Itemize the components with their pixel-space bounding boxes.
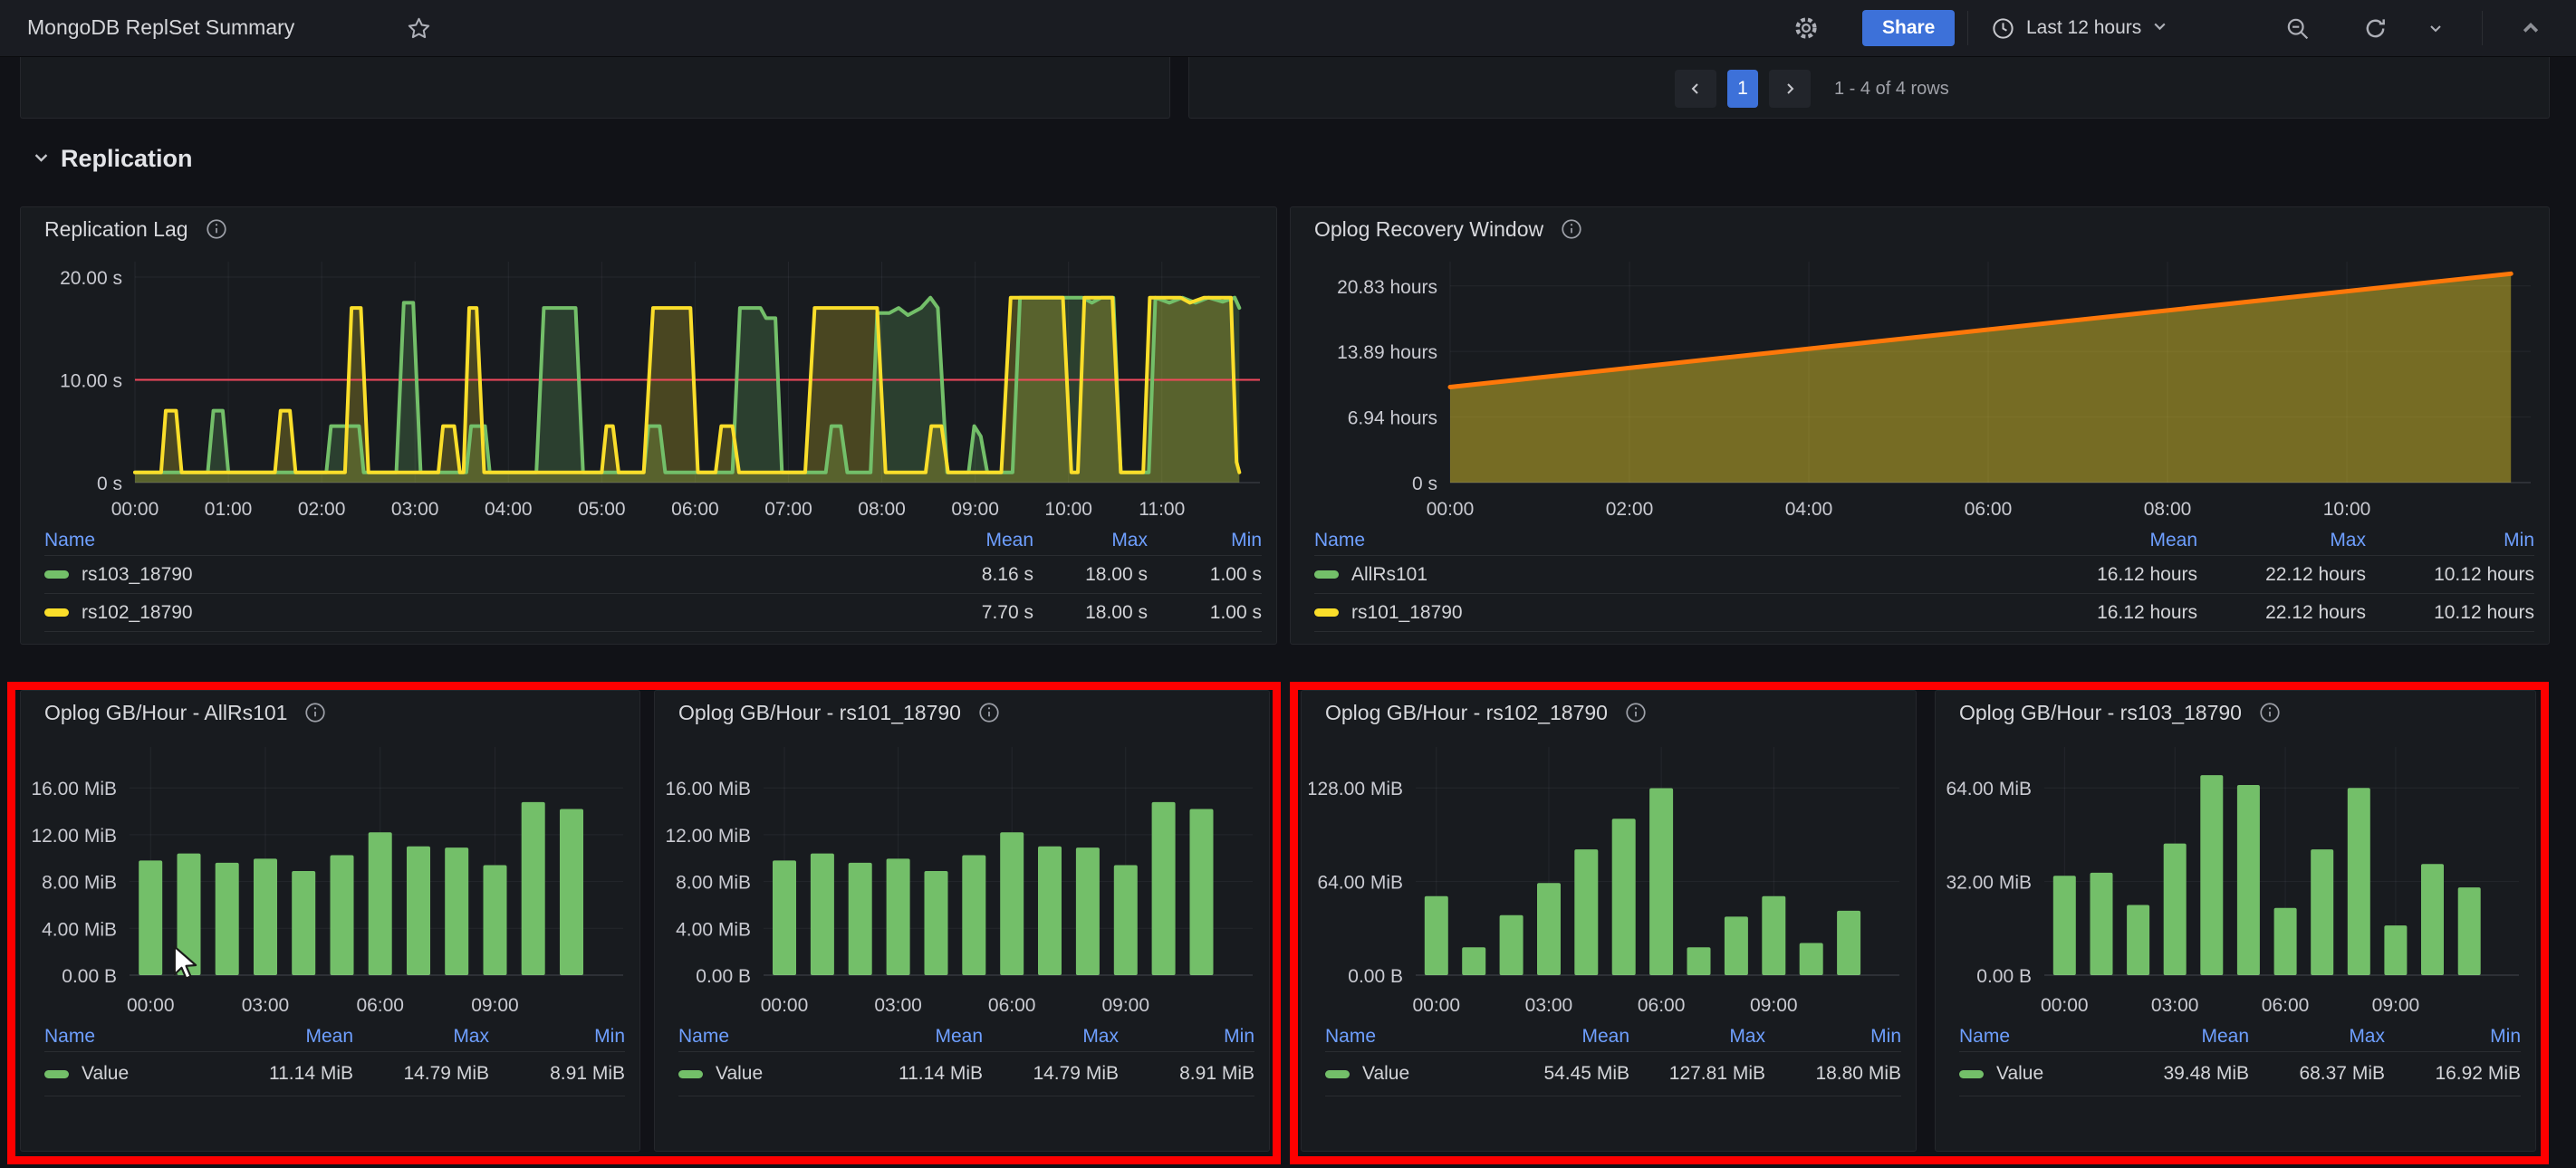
svg-text:01:00: 01:00 [205, 499, 253, 520]
legend-header-name[interactable]: Name [1314, 530, 2029, 551]
svg-text:03:00: 03:00 [391, 499, 439, 520]
info-icon[interactable] [1560, 217, 1583, 241]
panel-title: Replication Lag [44, 216, 188, 241]
series-name: rs101_18790 [1351, 601, 1463, 623]
page-number-button[interactable]: 1 [1727, 70, 1758, 108]
series-swatch [44, 570, 69, 579]
svg-text:04:00: 04:00 [485, 499, 533, 520]
oplog-recovery-chart[interactable]: 0 s 6.94 hours 13.89 hours 20.83 hours 00:00… [1298, 251, 2543, 524]
legend: Name Mean Max Min AllRs101 16.12 hours 2… [1314, 526, 2534, 632]
panel-header[interactable]: Oplog Recovery Window [1291, 207, 2549, 251]
svg-text:05:00: 05:00 [578, 499, 626, 520]
partial-panel-right: 1 1 - 4 of 4 rows [1188, 57, 2550, 119]
legend-header-mean[interactable]: Mean [2029, 530, 2197, 551]
svg-text:07:00: 07:00 [764, 499, 812, 520]
legend-header-name[interactable]: Name [44, 530, 898, 551]
legend-row[interactable]: rs103_18790 8.16 s 18.00 s 1.00 s [44, 556, 1262, 594]
refresh-interval-chevron-icon[interactable] [2420, 8, 2451, 48]
nav-divider [1967, 11, 1968, 45]
settings-gear-icon[interactable] [1786, 8, 1826, 48]
panel-replication-lag: Replication Lag 0 s 10.00 s 20.00 s 00:00 01… [20, 206, 1277, 645]
series-swatch [44, 608, 69, 617]
legend-row[interactable]: rs101_18790 16.12 hours 22.12 hours 10.1… [1314, 594, 2534, 632]
svg-text:02:00: 02:00 [298, 499, 346, 520]
legend-header-min[interactable]: Min [1148, 530, 1262, 551]
series-min: 10.12 hours [2434, 601, 2534, 623]
legend-row[interactable]: AllRs101 16.12 hours 22.12 hours 10.12 h… [1314, 556, 2534, 594]
legend-header-max[interactable]: Max [1033, 530, 1148, 551]
svg-text:0 s: 0 s [97, 474, 122, 494]
zoom-out-icon[interactable] [2277, 8, 2317, 48]
clock-icon [1991, 16, 2015, 41]
svg-text:08:00: 08:00 [2144, 499, 2192, 520]
svg-text:10.00 s: 10.00 s [60, 371, 122, 392]
time-range-label: Last 12 hours [2026, 17, 2142, 38]
svg-text:06:00: 06:00 [671, 499, 719, 520]
time-range-picker[interactable]: Last 12 hours [1991, 0, 2167, 56]
svg-text:09:00: 09:00 [951, 499, 999, 520]
svg-text:06:00: 06:00 [1965, 499, 2013, 520]
svg-text:6.94 hours: 6.94 hours [1348, 408, 1437, 429]
panel-oplog-recovery-window: Oplog Recovery Window 0 s 6.94 hours 13.89… [1290, 206, 2550, 645]
svg-text:10:00: 10:00 [2323, 499, 2371, 520]
prev-page-button[interactable] [1675, 70, 1716, 108]
svg-text:08:00: 08:00 [858, 499, 906, 520]
collapse-chevron-up-icon[interactable] [2511, 8, 2551, 48]
svg-text:00:00: 00:00 [111, 499, 159, 520]
legend-row[interactable]: rs102_18790 7.70 s 18.00 s 1.00 s [44, 594, 1262, 632]
svg-text:11:00: 11:00 [1139, 499, 1185, 520]
svg-text:20.00 s: 20.00 s [60, 268, 122, 289]
navbar: MongoDB ReplSet Summary Share Last 12 ho… [0, 0, 2576, 57]
series-mean: 16.12 hours [2097, 563, 2197, 585]
series-min: 1.00 s [1209, 601, 1262, 623]
mouse-cursor [172, 945, 203, 986]
highlight-rectangle-left [7, 682, 1281, 1164]
dashboard: MongoDB ReplSet Summary Share Last 12 ho… [0, 0, 2576, 1168]
series-mean: 8.16 s [981, 563, 1033, 585]
partial-panel-left [20, 57, 1170, 119]
svg-text:0 s: 0 s [1412, 474, 1437, 494]
legend-header-max[interactable]: Max [2197, 530, 2366, 551]
svg-text:02:00: 02:00 [1606, 499, 1654, 520]
section-chevron-down-icon [33, 148, 50, 170]
dashboard-title: MongoDB ReplSet Summary [27, 15, 295, 39]
series-swatch [1314, 570, 1339, 579]
series-min: 1.00 s [1209, 563, 1262, 585]
series-name: AllRs101 [1351, 563, 1428, 585]
legend-header-min[interactable]: Min [2366, 530, 2534, 551]
section-replication[interactable]: Replication [33, 145, 193, 173]
highlight-rectangle-right [1290, 682, 2549, 1164]
legend-header-mean[interactable]: Mean [898, 530, 1033, 551]
panel-title: Oplog Recovery Window [1314, 216, 1544, 241]
svg-text:10:00: 10:00 [1044, 499, 1092, 520]
replication-lag-chart[interactable]: 0 s 10.00 s 20.00 s 00:00 01:00 02:00 03:00 04:… [28, 251, 1271, 524]
svg-text:00:00: 00:00 [1427, 499, 1475, 520]
panel-header[interactable]: Replication Lag [21, 207, 1276, 251]
svg-text:13.89 hours: 13.89 hours [1337, 342, 1437, 363]
info-icon[interactable] [205, 217, 228, 241]
section-title: Replication [61, 145, 193, 172]
series-mean: 16.12 hours [2097, 601, 2197, 623]
rows-summary: 1 - 4 of 4 rows [1834, 78, 1949, 99]
legend: Name Mean Max Min rs103_18790 8.16 s 18.… [44, 526, 1262, 632]
next-page-button[interactable] [1769, 70, 1811, 108]
table-pagination: 1 1 - 4 of 4 rows [1675, 70, 1949, 108]
svg-text:04:00: 04:00 [1785, 499, 1833, 520]
series-name: rs103_18790 [82, 563, 193, 585]
series-swatch [1314, 608, 1339, 617]
refresh-icon[interactable] [2355, 8, 2395, 48]
series-name: rs102_18790 [82, 601, 193, 623]
series-min: 10.12 hours [2434, 563, 2534, 585]
nav-divider [2482, 11, 2483, 45]
favorite-star-icon[interactable] [399, 8, 438, 48]
series-max: 22.12 hours [2265, 563, 2366, 585]
series-mean: 7.70 s [981, 601, 1033, 623]
series-max: 18.00 s [1085, 563, 1148, 585]
svg-text:20.83 hours: 20.83 hours [1337, 277, 1437, 298]
series-max: 18.00 s [1085, 601, 1148, 623]
series-max: 22.12 hours [2265, 601, 2366, 623]
share-button[interactable]: Share [1862, 10, 1956, 46]
chevron-down-icon [2152, 18, 2167, 38]
